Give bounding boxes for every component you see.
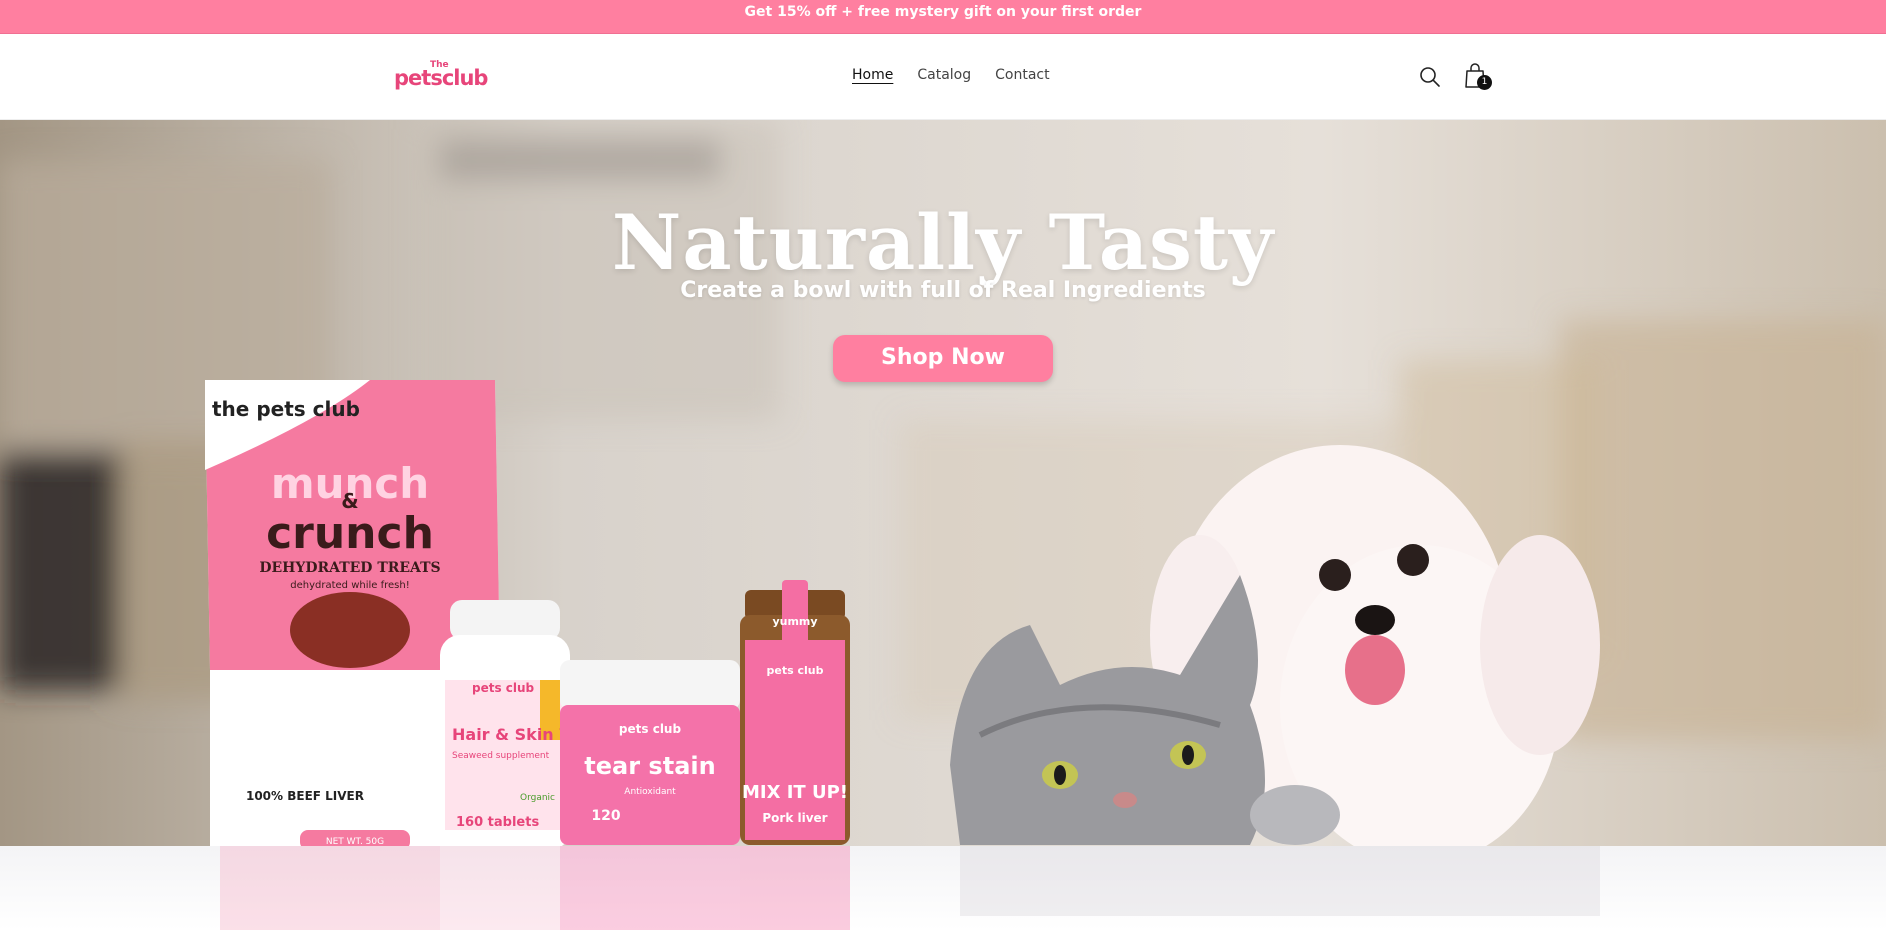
product-reflection <box>220 846 1600 930</box>
nav-catalog[interactable]: Catalog <box>917 67 971 83</box>
cart-count-badge: 1 <box>1477 75 1492 90</box>
vitamin-bottle-image <box>440 600 570 846</box>
shop-now-button[interactable]: Shop Now <box>833 335 1053 382</box>
hero-title: Naturally Tasty <box>611 198 1275 287</box>
bag-brand: the pets club <box>212 397 360 421</box>
hero-subtitle: Create a bowl with full of Real Ingredie… <box>680 278 1206 303</box>
tub-name: tear stain <box>584 752 715 780</box>
search-button[interactable] <box>1418 65 1442 89</box>
hero-reflection <box>0 846 1886 930</box>
bag-line1: DEHYDRATED TREATS <box>259 560 440 576</box>
logo-name: petsclub <box>394 66 488 90</box>
tub-count: 120 <box>591 808 620 824</box>
bag-weight: NET WT. 50G <box>326 837 384 846</box>
bottle-count: 160 tablets <box>456 815 539 830</box>
bottle-badge: Organic <box>520 793 555 803</box>
product-lineup-image: the pets club munch & crunch DEHYDRATED … <box>200 380 860 846</box>
logo[interactable]: The petsclub <box>394 60 488 94</box>
bag-line2: dehydrated while fresh! <box>290 580 409 591</box>
tub-sub: Antioxidant <box>624 787 676 797</box>
search-icon <box>1420 67 1440 87</box>
bottle-sub: Seaweed supplement <box>452 751 550 761</box>
announcement-text: Get 15% off + free mystery gift on your … <box>744 4 1142 20</box>
bag-name-bottom: crunch <box>266 508 434 559</box>
hero-banner: Naturally Tasty Create a bowl with full … <box>0 120 1886 846</box>
bag-flavor: 100% BEEF LIVER <box>246 789 364 803</box>
announcement-bar: Get 15% off + free mystery gift on your … <box>0 0 1886 34</box>
tub-brand: pets club <box>619 722 682 736</box>
nav-contact[interactable]: Contact <box>995 67 1049 83</box>
cart-button[interactable]: 1 <box>1463 62 1493 92</box>
main-nav: Home Catalog Contact <box>852 67 1050 83</box>
jar-name: MIX IT UP! <box>742 782 848 803</box>
site-header: The petsclub Home Catalog Contact 1 <box>0 34 1886 120</box>
bottle-brand: pets club <box>472 681 535 695</box>
product-lineup-art: the pets club munch & crunch DEHYDRATED … <box>205 380 850 846</box>
jar-tag: yummy <box>772 615 817 628</box>
jar-flavor: Pork liver <box>762 811 827 825</box>
jar-brand: pets club <box>767 664 824 677</box>
cat-and-dog-image <box>950 445 1600 846</box>
nav-home[interactable]: Home <box>852 67 893 83</box>
